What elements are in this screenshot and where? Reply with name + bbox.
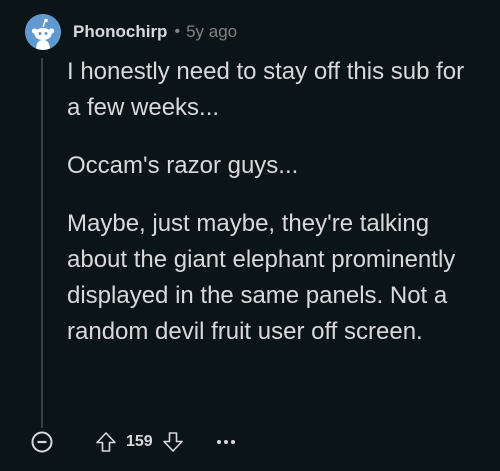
vote-group: 159 (94, 428, 185, 456)
meta-separator: • (174, 23, 181, 40)
collapse-minus-icon (31, 431, 53, 453)
username[interactable]: Phonochirp (73, 22, 167, 42)
downvote-button[interactable] (161, 428, 185, 456)
vote-score: 159 (126, 433, 153, 450)
upvote-arrow-icon (96, 432, 116, 452)
more-options-button[interactable] (211, 428, 241, 456)
comment-action-bar: 159 (28, 427, 241, 457)
avatar[interactable] (25, 14, 61, 50)
comment-body: I honestly need to stay off this sub for… (67, 54, 477, 372)
collapse-button[interactable] (28, 428, 56, 456)
comment-paragraph: Maybe, just maybe, they're talking about… (67, 210, 456, 345)
downvote-arrow-icon (162, 432, 183, 452)
more-options-icon (216, 440, 235, 444)
snoo-avatar-icon (25, 14, 61, 50)
comment-paragraph: I honestly need to stay off this sub for… (67, 58, 465, 121)
comment-paragraph: Occam's razor guys... (67, 152, 299, 179)
thread-line[interactable] (41, 58, 43, 428)
comment-header: Phonochirp • 5y ago (73, 20, 237, 44)
upvote-button[interactable] (94, 428, 118, 456)
timestamp[interactable]: 5y ago (186, 22, 237, 42)
